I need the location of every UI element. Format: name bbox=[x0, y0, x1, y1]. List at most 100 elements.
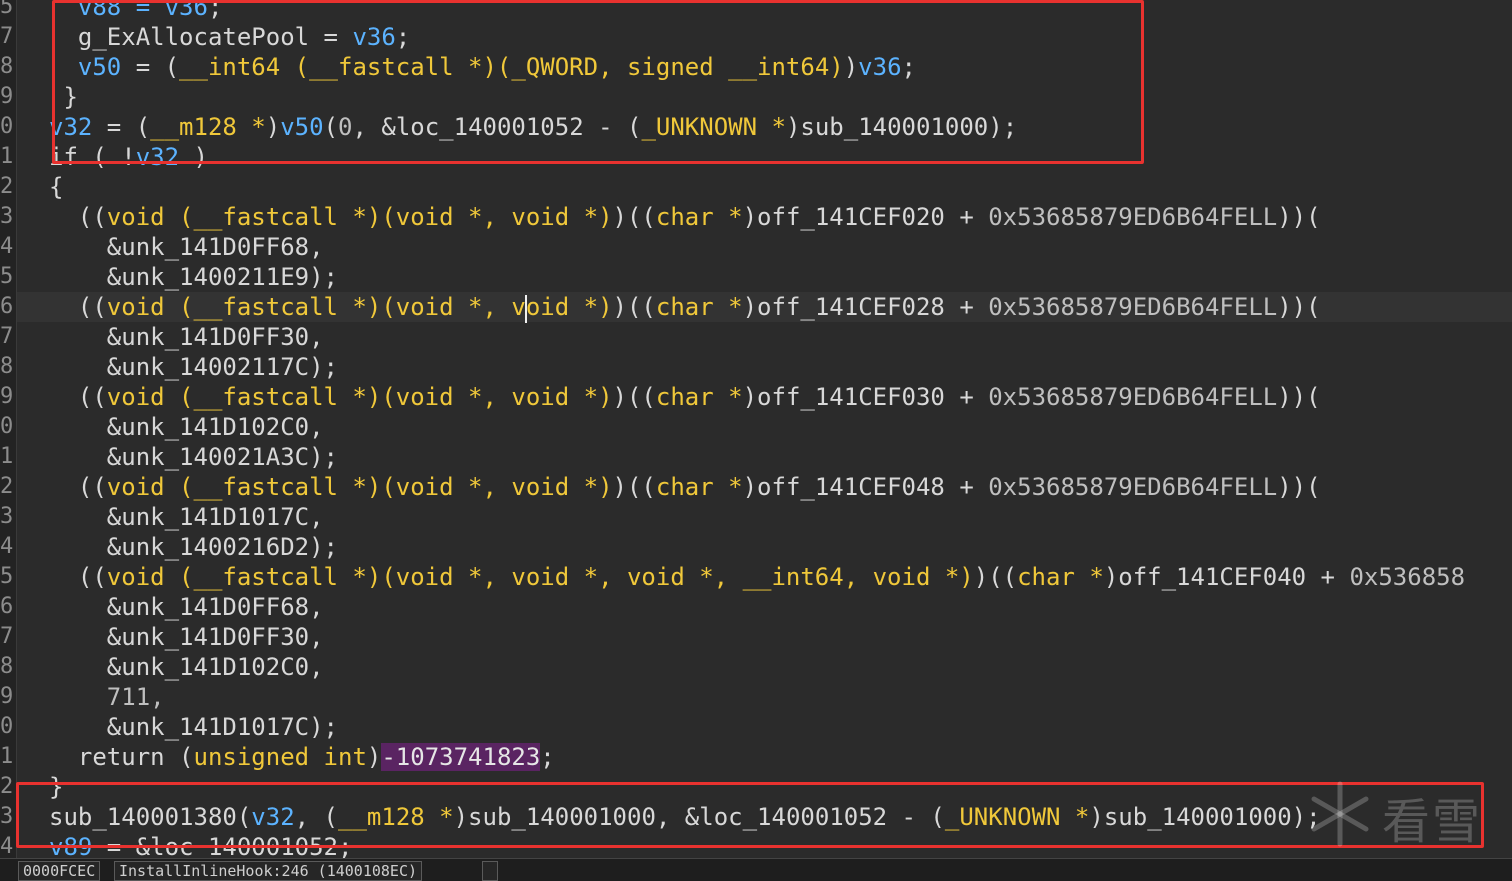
code-token: 0x536858 bbox=[1349, 563, 1466, 591]
code-token: )(( bbox=[612, 203, 656, 231]
code-line[interactable]: &unk_14002117C); bbox=[49, 352, 338, 382]
code-line[interactable]: v89 = &loc_140001052; bbox=[49, 832, 352, 858]
code-token: )off_141CEF048 + bbox=[742, 473, 989, 501]
code-token: ; bbox=[395, 23, 411, 51]
code-token: sub_140001380( bbox=[49, 803, 252, 831]
code-line[interactable]: &unk_140021A3C); bbox=[49, 442, 338, 472]
code-line[interactable]: &unk_141D102C0, bbox=[49, 412, 324, 442]
code-token: v32 bbox=[49, 113, 93, 141]
code-line[interactable]: &unk_1400211E9); bbox=[49, 262, 338, 292]
code-line[interactable]: g_ExAllocatePool = v36; bbox=[49, 22, 410, 52]
line-number: 5 bbox=[0, 564, 14, 589]
code-token: (( bbox=[49, 293, 107, 321]
code-token: )(( bbox=[612, 383, 656, 411]
code-token: )sub_140001000); bbox=[1089, 803, 1321, 831]
code-token: unsigned int bbox=[193, 743, 367, 771]
code-token: (( bbox=[49, 473, 107, 501]
code-token: __m128 * bbox=[150, 113, 266, 141]
line-number: 7 bbox=[0, 24, 14, 49]
line-number: 6 bbox=[0, 294, 14, 319]
code-line[interactable]: ((void (__fastcall *)(void *, void *))((… bbox=[17, 292, 1512, 322]
code-token: ))( bbox=[1277, 203, 1321, 231]
code-token: v32 bbox=[251, 803, 295, 831]
line-number: 8 bbox=[0, 654, 14, 679]
text-caret bbox=[525, 295, 527, 323]
code-token: ) bbox=[366, 743, 382, 771]
code-line[interactable]: if ( !v32 ) bbox=[49, 142, 208, 172]
code-token: , ( bbox=[294, 803, 339, 831]
code-line[interactable]: &unk_141D0FF68, bbox=[49, 232, 324, 262]
code-token: )(( bbox=[612, 473, 656, 501]
pseudocode-view[interactable]: 5 7 8 9 0 1 2 3 4 5 6 7 8 9 0 1 2 3 4 5 6 7 8 9 0 1 2 3 4 v88 = v36;… bbox=[0, 0, 1512, 858]
code-line[interactable]: v32 = (__m128 *)v50(0, &loc_140001052 - … bbox=[49, 112, 1017, 142]
code-line[interactable]: &unk_141D102C0, bbox=[49, 652, 324, 682]
line-number: 1 bbox=[0, 744, 14, 769]
code-token: (( bbox=[49, 383, 107, 411]
code-token: g_ExAllocatePool = bbox=[49, 23, 353, 51]
code-line[interactable]: ((void (__fastcall *)(void *, void *, vo… bbox=[49, 562, 1465, 592]
code-token: &unk_14002117C); bbox=[49, 353, 338, 381]
code-token: void (__fastcall *)(void *, void *) bbox=[106, 383, 613, 411]
code-token: (( bbox=[49, 203, 107, 231]
code-token: char * bbox=[655, 293, 743, 321]
code-token: ))( bbox=[1277, 293, 1321, 321]
code-token: 0x53685879ED6B64FELL bbox=[988, 293, 1278, 321]
line-number: 3 bbox=[0, 204, 14, 229]
code-token: v36 bbox=[858, 53, 902, 81]
status-address: 0000FCEC bbox=[18, 861, 101, 881]
code-line[interactable]: ((void (__fastcall *)(void *, void *))((… bbox=[49, 382, 1321, 412]
code-token: ; bbox=[540, 743, 555, 771]
code-line[interactable]: &unk_141D0FF30, bbox=[49, 622, 324, 652]
code-token: )sub_140001000); bbox=[785, 113, 1018, 141]
line-number: 9 bbox=[0, 684, 14, 709]
line-number-gutter: 5 7 8 9 0 1 2 3 4 5 6 7 8 9 0 1 2 3 4 5 6 7 8 9 0 1 2 3 4 bbox=[0, 0, 17, 858]
code-token: ))( bbox=[1277, 473, 1321, 501]
line-number: 7 bbox=[0, 324, 14, 349]
status-location: InstallInlineHook:246 (1400108EC) bbox=[114, 861, 423, 881]
code-line[interactable]: sub_140001380(v32, (__m128 *)sub_1400010… bbox=[49, 802, 1321, 832]
code-token: = ( bbox=[92, 113, 151, 141]
code-line[interactable]: 711, bbox=[49, 682, 165, 712]
code-token: ) bbox=[179, 143, 208, 171]
line-number: 4 bbox=[0, 534, 14, 559]
line-number: 1 bbox=[0, 144, 14, 169]
code-token: 0x53685879ED6B64FELL bbox=[988, 203, 1278, 231]
code-token: return ( bbox=[49, 743, 194, 771]
code-token: &unk_141D102C0, bbox=[49, 653, 324, 681]
code-token: &unk_141D0FF30, bbox=[49, 623, 324, 651]
code-token: char * bbox=[655, 383, 743, 411]
status-bar: 0000FCEC InstallInlineHook:246 (1400108E… bbox=[0, 858, 1512, 881]
line-number: 9 bbox=[0, 84, 14, 109]
code-line[interactable]: return (unsigned int)-1073741823; bbox=[49, 742, 555, 772]
code-line[interactable]: v50 = (__int64 (__fastcall *)(_QWORD, si… bbox=[49, 52, 916, 82]
code-token: } bbox=[49, 773, 64, 801]
line-number: 8 bbox=[0, 354, 14, 379]
line-number: 2 bbox=[0, 174, 14, 199]
line-number: 3 bbox=[0, 504, 14, 529]
code-token: -1073741823 bbox=[381, 743, 541, 771]
code-line[interactable]: v88 = v36; bbox=[49, 0, 223, 22]
code-line[interactable]: &unk_141D1017C); bbox=[49, 712, 338, 742]
code-line[interactable]: ((void (__fastcall *)(void *, void *))((… bbox=[49, 472, 1321, 502]
code-token: __int64 (__fastcall *)(_QWORD, signed __… bbox=[179, 53, 844, 81]
code-line[interactable]: &unk_1400216D2); bbox=[49, 532, 338, 562]
code-line[interactable]: } bbox=[49, 772, 63, 802]
code-token: void (__fastcall *)(void *, void *) bbox=[106, 293, 613, 321]
code-line[interactable]: &unk_141D0FF68, bbox=[49, 592, 324, 622]
code-line[interactable]: { bbox=[49, 172, 63, 202]
code-token: { bbox=[49, 173, 64, 201]
code-token: ) bbox=[265, 113, 281, 141]
code-line[interactable]: &unk_141D0FF30, bbox=[49, 322, 324, 352]
code-line[interactable]: } bbox=[49, 82, 78, 112]
code-line[interactable]: &unk_141D1017C, bbox=[49, 502, 324, 532]
code-token: char * bbox=[655, 203, 743, 231]
code-token: v88 = bbox=[49, 0, 165, 21]
code-token: &unk_1400211E9); bbox=[49, 263, 338, 291]
code-token: if ( ! bbox=[49, 143, 136, 171]
code-token: = ( bbox=[121, 53, 180, 81]
line-number: 0 bbox=[0, 114, 14, 139]
code-token: = &loc_140001052; bbox=[92, 833, 353, 858]
code-token: 711, bbox=[49, 683, 165, 711]
code-line[interactable]: ((void (__fastcall *)(void *, void *))((… bbox=[49, 202, 1321, 232]
code-token: } bbox=[49, 83, 78, 111]
